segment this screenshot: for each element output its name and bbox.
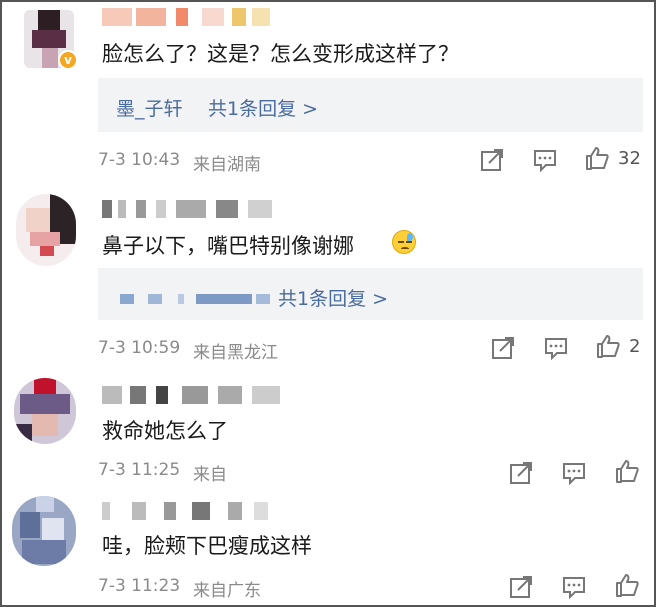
- comment-location: 来自黑龙江: [193, 343, 278, 363]
- share-icon[interactable]: [508, 460, 534, 486]
- comment-icon[interactable]: [561, 460, 587, 486]
- comment-time: 7-3 11:23: [98, 576, 181, 596]
- comment-text: 哇，脸颊下巴瘦成这样: [102, 534, 312, 558]
- comment-time: 7-3 11:25: [98, 460, 181, 480]
- share-icon[interactable]: [490, 335, 516, 361]
- reply-box[interactable]: 墨_子轩 共1条回复 >: [98, 78, 643, 132]
- like-icon[interactable]: [595, 333, 621, 359]
- verified-badge-icon: v: [58, 50, 78, 70]
- comment-icon[interactable]: [543, 335, 569, 361]
- reply-box[interactable]: 共1条回复 >: [98, 268, 643, 320]
- avatar[interactable]: [16, 194, 76, 266]
- username-blurred[interactable]: [102, 502, 272, 520]
- comment-feed: v 脸怎么了？这是？怎么变形成这样了？ 墨_子轩 共1条回复 > 7-3 10:…: [0, 0, 656, 607]
- comment-location: 来自: [193, 465, 227, 485]
- comment-time: 7-3 10:43: [98, 150, 181, 170]
- reply-username[interactable]: 墨_子轩: [116, 94, 183, 121]
- comment-location: 来自湖南: [193, 155, 261, 175]
- share-icon[interactable]: [479, 147, 505, 173]
- comment-location: 来自广东: [193, 581, 261, 601]
- username-blurred[interactable]: [102, 386, 282, 404]
- comment-icon[interactable]: [561, 574, 587, 600]
- comment-text: 鼻子以下，嘴巴特别像谢娜: [102, 234, 354, 258]
- avatar[interactable]: [14, 378, 76, 444]
- comment-icon[interactable]: [532, 147, 558, 173]
- comment-text: 脸怎么了？这是？怎么变形成这样了？: [102, 42, 459, 66]
- reply-summary-link[interactable]: 共1条回复 >: [208, 94, 318, 121]
- sweat-smile-emoji: [392, 230, 416, 254]
- like-icon[interactable]: [614, 458, 640, 484]
- share-icon[interactable]: [508, 574, 534, 600]
- username-blurred[interactable]: [102, 8, 272, 26]
- like-icon[interactable]: [584, 145, 610, 171]
- comment-text: 救命她怎么了: [102, 419, 228, 443]
- like-count: 2: [629, 336, 641, 357]
- like-icon[interactable]: [614, 572, 640, 598]
- reply-summary-link[interactable]: 共1条回复 >: [278, 284, 388, 311]
- comment-time: 7-3 10:59: [98, 338, 181, 358]
- username-blurred[interactable]: [102, 200, 272, 218]
- avatar[interactable]: [12, 496, 76, 566]
- like-count: 32: [618, 148, 641, 169]
- reply-username-blurred[interactable]: [120, 294, 270, 304]
